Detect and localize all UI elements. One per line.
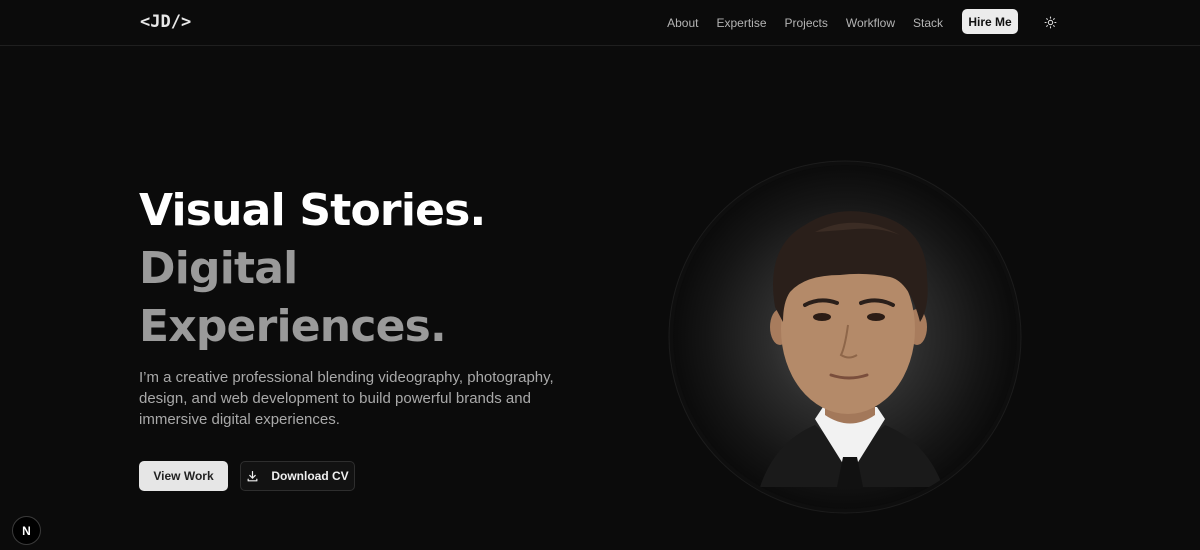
nav-link-about[interactable]: About	[667, 16, 698, 30]
site-logo[interactable]: <JD/>	[140, 12, 191, 32]
sun-icon	[1044, 16, 1056, 28]
download-cv-button[interactable]: Download CV	[240, 461, 355, 491]
profile-portrait	[665, 157, 1025, 517]
download-icon	[246, 470, 259, 483]
nav-link-projects[interactable]: Projects	[785, 16, 828, 30]
main-nav: About Expertise Projects Workflow Stack	[667, 0, 943, 45]
hero-title: Visual Stories. Digital Experiences.	[139, 182, 486, 356]
theme-toggle-button[interactable]	[1040, 12, 1060, 32]
download-cv-label: Download CV	[271, 469, 349, 483]
dev-indicator-badge[interactable]: N	[12, 516, 41, 545]
nav-link-expertise[interactable]: Expertise	[716, 16, 766, 30]
hero-title-line-1: Visual Stories.	[139, 185, 486, 236]
view-work-button[interactable]: View Work	[139, 461, 228, 491]
nav-link-stack[interactable]: Stack	[913, 16, 943, 30]
hero-title-line-2: Digital	[139, 243, 298, 294]
top-navbar: <JD/> About Expertise Projects Workflow …	[0, 0, 1200, 46]
nav-link-workflow[interactable]: Workflow	[846, 16, 895, 30]
hero-description: I’m a creative professional blending vid…	[139, 369, 554, 428]
hero-title-line-3: Experiences.	[139, 301, 447, 352]
hire-me-button[interactable]: Hire Me	[962, 9, 1018, 34]
